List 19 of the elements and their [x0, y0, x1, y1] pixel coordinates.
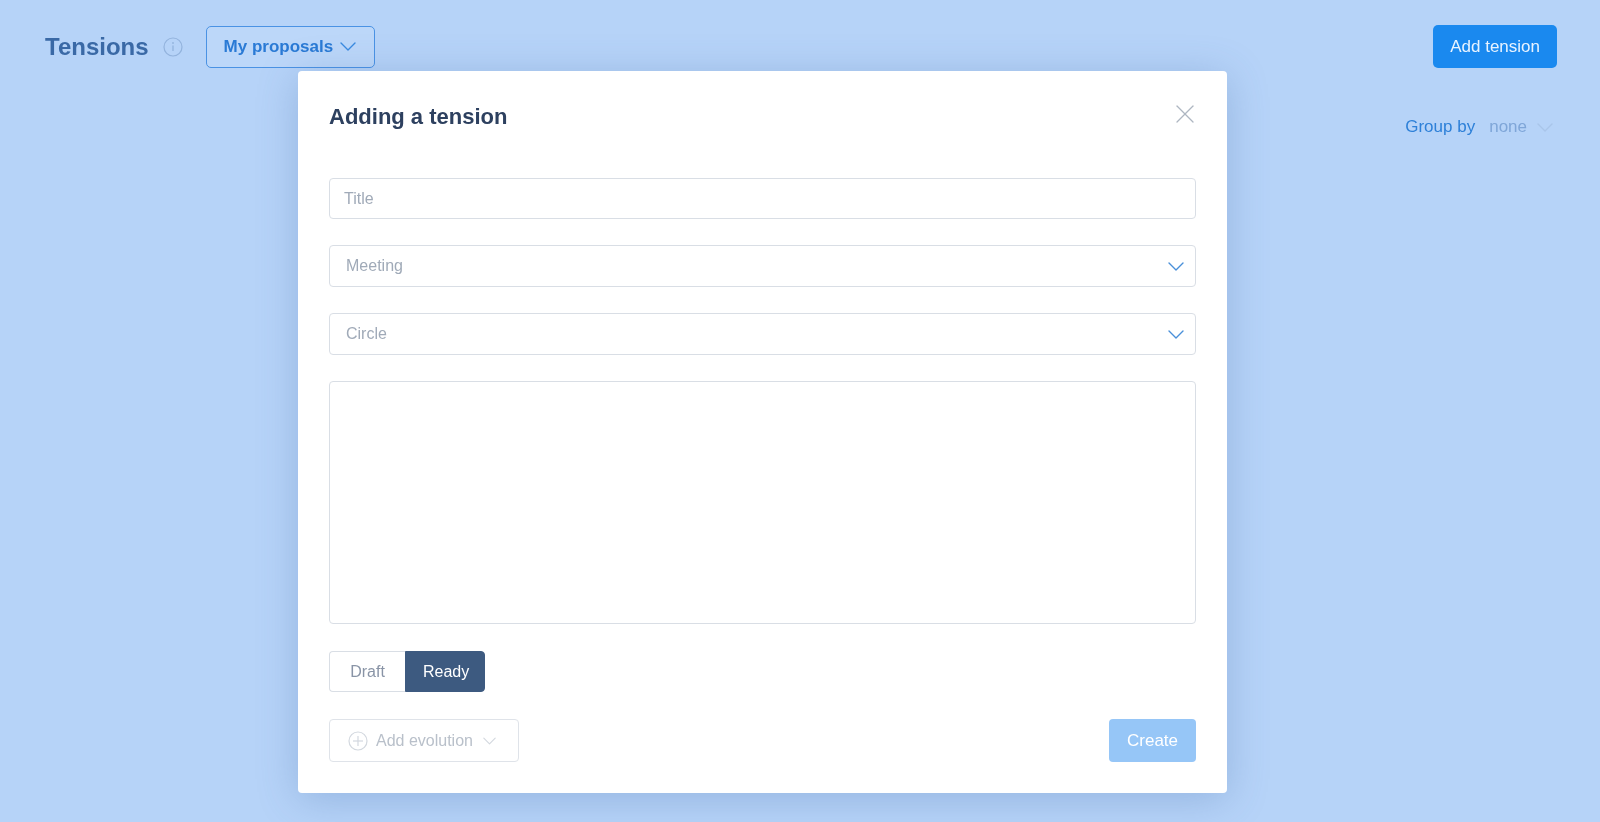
chevron-down-icon — [482, 736, 496, 745]
title-field[interactable]: Title — [329, 178, 1196, 219]
circle-select[interactable]: Circle — [329, 313, 1196, 355]
chevron-down-icon — [339, 42, 356, 51]
modal-title: Adding a tension — [329, 104, 508, 130]
status-toggle-option[interactable]: Ready — [405, 651, 485, 692]
status-toggle-option[interactable]: Draft — [329, 651, 405, 692]
group-by-label: Group by — [1405, 117, 1476, 137]
chevron-down-icon — [1168, 262, 1184, 271]
close-button[interactable] — [1176, 105, 1194, 123]
meeting-select[interactable]: Meeting — [329, 245, 1196, 287]
chevron-down-icon — [1168, 330, 1184, 339]
add-tension-button[interactable]: Add tension — [1433, 25, 1557, 68]
filter-dropdown[interactable]: My proposals — [205, 25, 375, 68]
page-title: Tensions — [45, 31, 149, 62]
description-field[interactable] — [329, 381, 1196, 624]
info-icon — [162, 36, 183, 57]
close-icon — [1176, 105, 1194, 123]
plus-circle-icon — [348, 730, 368, 751]
